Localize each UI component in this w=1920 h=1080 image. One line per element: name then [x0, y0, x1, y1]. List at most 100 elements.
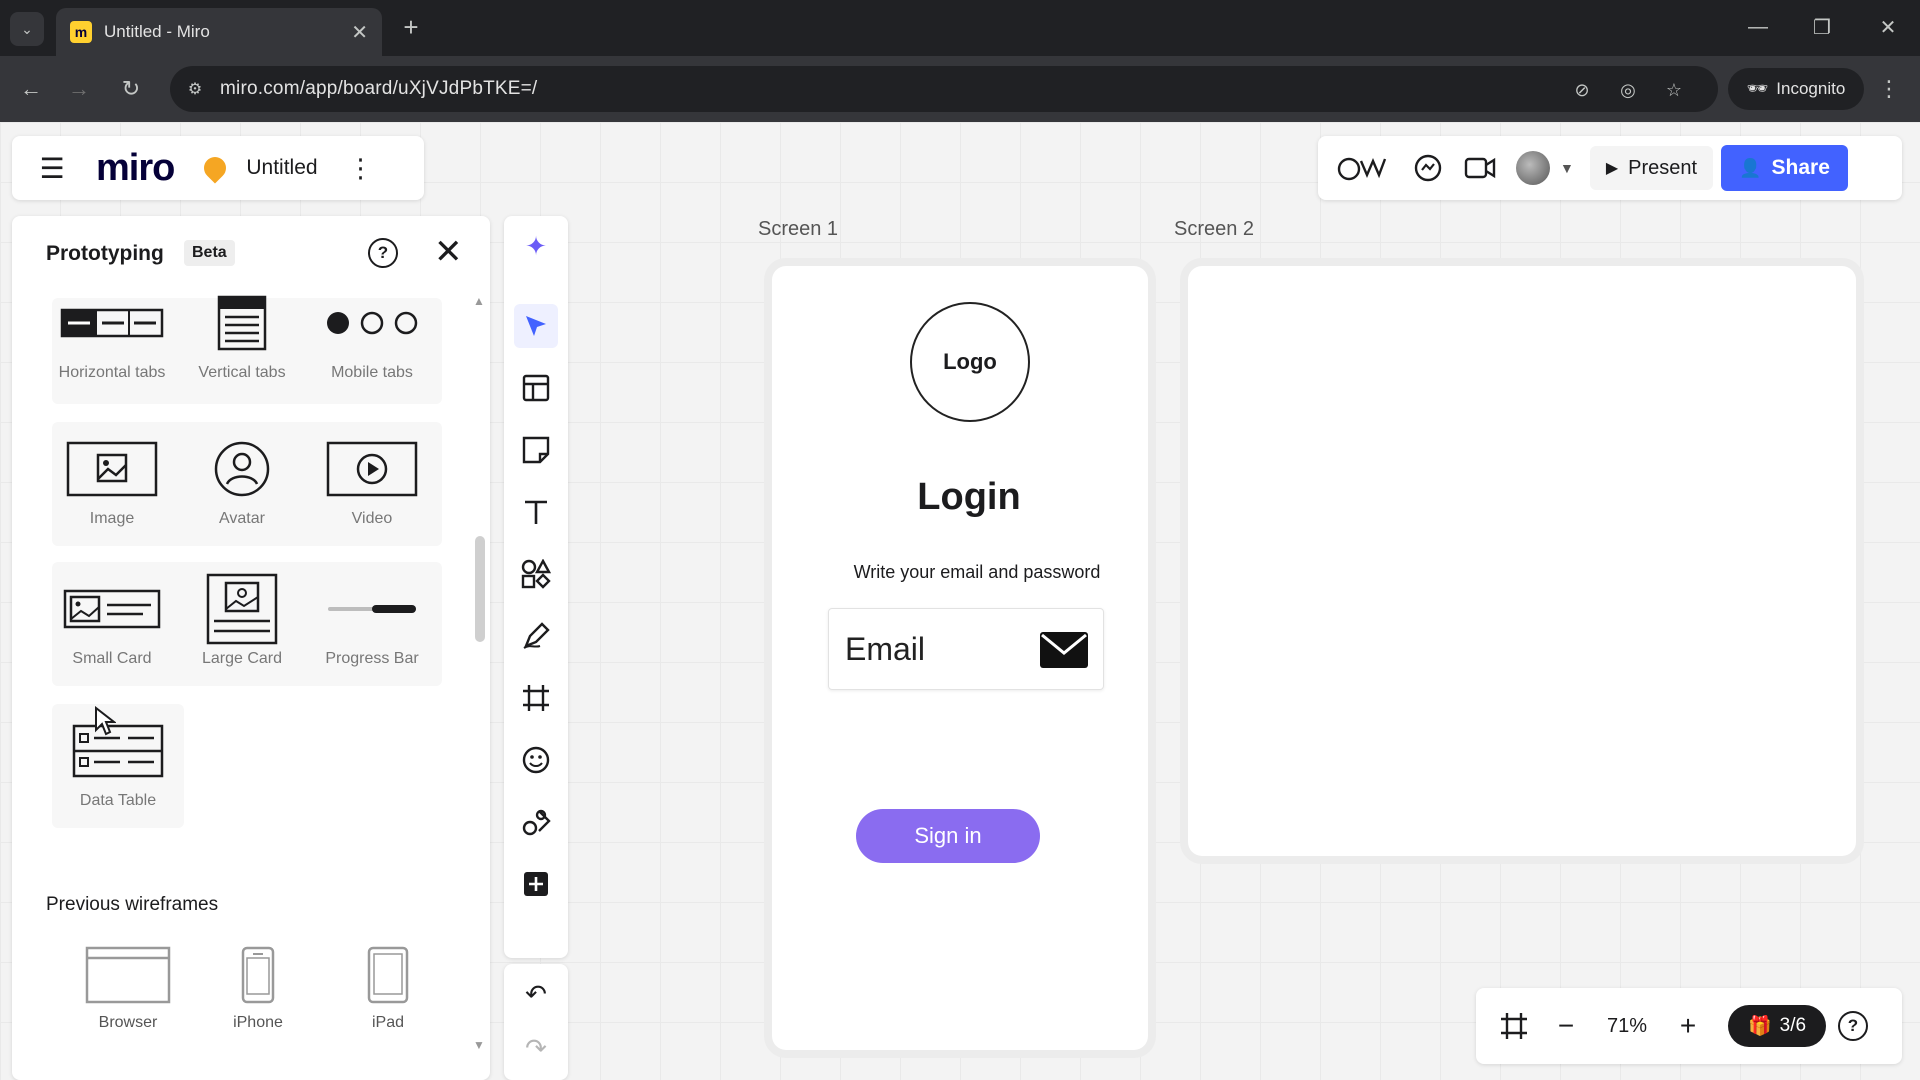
- device-label: iPhone: [233, 1014, 283, 1031]
- frame-tool-icon[interactable]: [514, 676, 558, 720]
- tile-vertical-tabs[interactable]: Vertical tabs: [182, 284, 302, 404]
- help-icon[interactable]: ?: [1838, 1011, 1868, 1041]
- emoji-stickers-icon[interactable]: [514, 738, 558, 782]
- tile-small-card[interactable]: Small Card: [52, 570, 172, 690]
- device-label: iPad: [371, 1014, 405, 1031]
- tab-search-icon[interactable]: ⌄: [10, 12, 44, 46]
- back-icon[interactable]: ←: [14, 72, 48, 106]
- board-options-icon[interactable]: ⋮: [348, 153, 374, 184]
- url-text[interactable]: miro.com/app/board/uXjVJdPbTKE=/: [220, 78, 537, 100]
- forward-icon[interactable]: →: [62, 72, 96, 106]
- logo-placeholder[interactable]: Logo: [910, 302, 1030, 422]
- sign-in-button[interactable]: Sign in: [856, 809, 1040, 863]
- table-group: Data Table: [52, 704, 184, 828]
- reactions-icon[interactable]: [1332, 148, 1402, 188]
- reload-icon[interactable]: ↻: [114, 72, 148, 106]
- sticky-note-icon[interactable]: [514, 428, 558, 472]
- share-label: Share: [1771, 156, 1830, 179]
- device-browser[interactable]: Browser: [68, 946, 188, 1066]
- shapes-icon[interactable]: [514, 552, 558, 596]
- close-panel-icon[interactable]: ✕: [434, 232, 463, 272]
- zoom-in-icon[interactable]: +: [1662, 1004, 1714, 1048]
- board-name[interactable]: Untitled: [246, 156, 317, 180]
- tile-label: Mobile tabs: [331, 364, 413, 381]
- board-header: ☰ miro Untitled ⋮: [12, 136, 424, 200]
- minimize-icon[interactable]: —: [1738, 12, 1778, 42]
- site-info-icon[interactable]: ⚙: [184, 78, 206, 100]
- device-label: Browser: [98, 1014, 158, 1031]
- add-more-icon[interactable]: [514, 862, 558, 906]
- user-avatar[interactable]: [1516, 151, 1550, 185]
- avatar-icon: [213, 430, 271, 508]
- integrations-icon[interactable]: [514, 800, 558, 844]
- close-window-icon[interactable]: ✕: [1868, 12, 1908, 42]
- collaboration-toolbar: ▼ ▶ Present 👤 Share: [1318, 136, 1902, 200]
- address-bar[interactable]: ⚙ miro.com/app/board/uXjVJdPbTKE=/ ⊘ ◎ ☆: [170, 66, 1718, 112]
- login-subtitle[interactable]: Write your email and password: [772, 562, 1182, 583]
- close-tab-icon[interactable]: ✕: [351, 20, 368, 45]
- redo-icon[interactable]: ↷: [514, 1026, 558, 1070]
- play-icon: ▶: [1605, 160, 1619, 177]
- fit-to-screen-icon[interactable]: [1488, 1004, 1540, 1048]
- screen-2-frame[interactable]: [1188, 266, 1856, 856]
- tile-progress-bar[interactable]: Progress Bar: [312, 570, 432, 690]
- pen-tool-icon[interactable]: [514, 614, 558, 658]
- browser-tab[interactable]: m Untitled - Miro ✕: [56, 8, 382, 56]
- screen-1-frame[interactable]: Logo Login Write your email and password…: [772, 266, 1148, 1050]
- cards-group: Small Card Large Card Progress Bar: [52, 562, 442, 686]
- select-tool-icon[interactable]: [514, 304, 558, 348]
- zoom-out-icon[interactable]: −: [1540, 1004, 1592, 1048]
- browser-tab-bar: ⌄ m Untitled - Miro ✕ + — ❐ ✕: [0, 0, 1920, 56]
- tile-image[interactable]: Image: [52, 430, 172, 550]
- tile-label: Large Card: [201, 650, 283, 667]
- credits-badge[interactable]: 🎁 3/6: [1728, 1005, 1826, 1047]
- incognito-badge[interactable]: 🕶 Incognito: [1728, 68, 1864, 110]
- video-call-icon[interactable]: [1454, 148, 1506, 188]
- envelope-icon: [1040, 632, 1088, 668]
- eye-off-icon[interactable]: ◎: [1616, 78, 1640, 102]
- tile-label: Data Table: [79, 792, 157, 809]
- login-title[interactable]: Login: [772, 476, 1166, 519]
- present-label: Present: [1628, 156, 1698, 179]
- main-menu-icon[interactable]: ☰: [36, 152, 68, 185]
- new-tab-icon[interactable]: +: [396, 12, 426, 42]
- chevron-down-icon[interactable]: ▼: [1560, 160, 1574, 176]
- restore-icon[interactable]: ❐: [1802, 12, 1842, 42]
- chat-icon[interactable]: [1402, 148, 1454, 188]
- board-canvas[interactable]: ☰ miro Untitled ⋮ ▼ ▶ Present 👤 Share Pr…: [0, 122, 1920, 1080]
- tile-large-card[interactable]: Large Card: [182, 570, 302, 690]
- help-icon[interactable]: ?: [368, 238, 398, 268]
- bookmark-star-icon[interactable]: ☆: [1662, 78, 1686, 102]
- share-button[interactable]: 👤 Share: [1721, 145, 1848, 191]
- browser-menu-icon[interactable]: ⋮: [1878, 76, 1900, 102]
- text-tool-icon[interactable]: [514, 490, 558, 534]
- image-icon: [66, 430, 158, 508]
- scroll-up-icon[interactable]: ▲: [473, 294, 485, 308]
- device-iphone[interactable]: iPhone: [198, 946, 318, 1066]
- tile-video[interactable]: Video: [312, 430, 432, 550]
- no-tracking-icon[interactable]: ⊘: [1570, 78, 1594, 102]
- tile-label: Image: [89, 510, 135, 527]
- present-button[interactable]: ▶ Present: [1589, 146, 1714, 190]
- frame-label-screen-1[interactable]: Screen 1: [758, 218, 838, 241]
- previous-wireframes-title: Previous wireframes: [46, 894, 219, 915]
- device-ipad[interactable]: iPad: [328, 946, 448, 1066]
- templates-icon[interactable]: [514, 366, 558, 410]
- tile-horizontal-tabs[interactable]: Horizontal tabs: [52, 284, 172, 404]
- ai-sparkle-icon[interactable]: ✦: [514, 224, 558, 268]
- vertical-tabs-icon: [217, 284, 267, 362]
- zoom-level[interactable]: 71%: [1592, 1015, 1662, 1038]
- ipad-frame-icon: [367, 946, 409, 1004]
- miro-logo[interactable]: miro: [96, 147, 175, 190]
- scrollbar-thumb[interactable]: [475, 536, 485, 642]
- data-table-icon: [72, 712, 164, 790]
- tile-mobile-tabs[interactable]: Mobile tabs: [312, 284, 432, 404]
- undo-icon[interactable]: ↶: [514, 972, 558, 1016]
- tile-data-table[interactable]: Data Table: [58, 712, 178, 832]
- tile-label: Video: [351, 510, 393, 527]
- credits-count: 3/6: [1779, 1015, 1807, 1036]
- frame-label-screen-2[interactable]: Screen 2: [1174, 218, 1254, 241]
- tile-avatar[interactable]: Avatar: [182, 430, 302, 550]
- scroll-down-icon[interactable]: ▼: [473, 1038, 485, 1052]
- email-field[interactable]: Email: [828, 608, 1104, 690]
